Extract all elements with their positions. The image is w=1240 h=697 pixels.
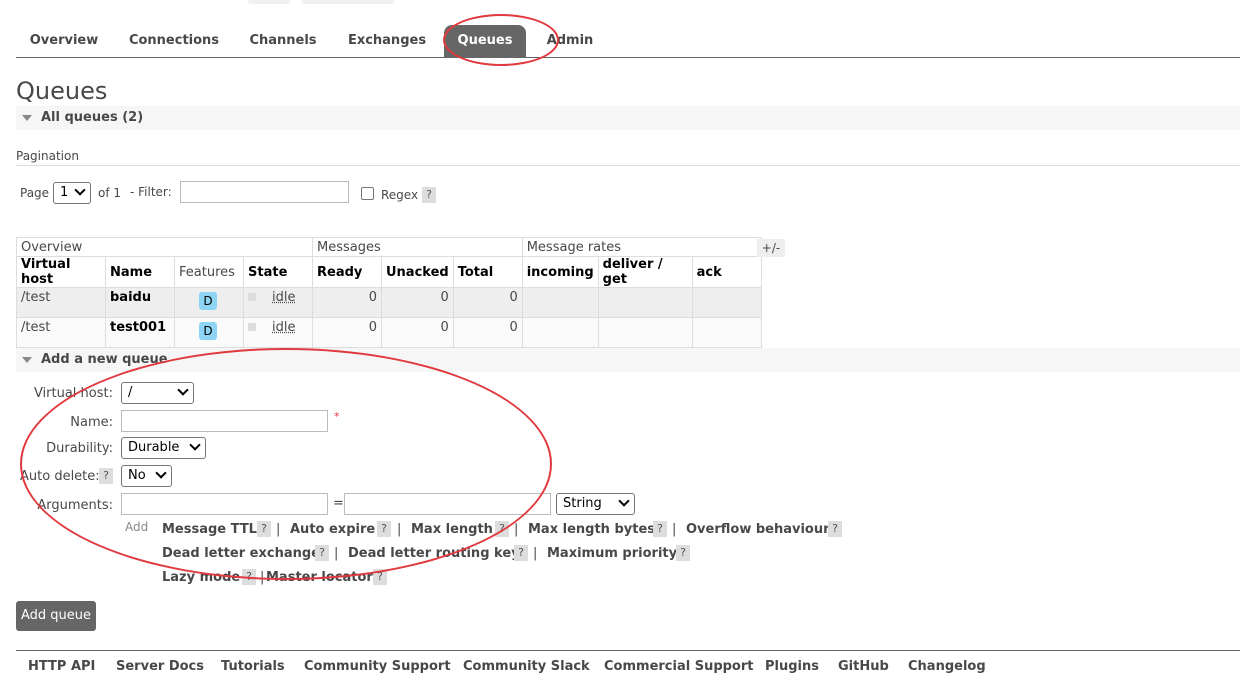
regex-label: Regex	[381, 188, 419, 202]
annotation-circle	[20, 348, 552, 580]
col-name[interactable]: Name	[105, 256, 175, 288]
group-message-rates: Message rates	[521, 237, 762, 257]
footer-link-tutorials[interactable]: Tutorials	[221, 659, 285, 674]
all-queues-section[interactable]: All queues (2)	[16, 106, 1240, 130]
help-icon[interactable]: ?	[653, 521, 667, 537]
queue-link-test001[interactable]: test001	[105, 317, 175, 348]
pagination-heading: Pagination	[16, 149, 79, 163]
cell-unacked: 0	[381, 287, 454, 318]
footer-link-plugins[interactable]: Plugins	[765, 659, 819, 674]
regex-checkbox[interactable]	[361, 187, 374, 200]
page-select-value: 1	[60, 185, 69, 200]
separator: |	[672, 522, 677, 537]
argument-type-value: String	[563, 496, 602, 511]
cell-incoming	[521, 317, 599, 348]
help-icon[interactable]: ?	[828, 521, 842, 537]
queues-table: Overview Messages Message rates Virtual …	[16, 237, 762, 348]
table-row: /test baidu D idle 0 0 0	[16, 287, 762, 318]
col-deliver-get[interactable]: deliver / get	[597, 256, 693, 288]
header-control-stub	[302, 0, 394, 4]
add-queue-button[interactable]: Add queue	[16, 601, 96, 631]
divider	[16, 165, 1240, 166]
separator: |	[514, 522, 519, 537]
cell-total: 0	[452, 287, 523, 318]
state-text: idle	[272, 320, 296, 335]
footer-link-community-slack[interactable]: Community Slack	[463, 659, 590, 674]
cell-vhost: /test	[16, 317, 106, 348]
col-ack[interactable]: ack	[691, 256, 762, 288]
cell-ack	[691, 317, 762, 348]
cell-incoming	[521, 287, 599, 318]
group-messages: Messages	[312, 237, 523, 257]
tab-exchanges[interactable]: Exchanges	[342, 25, 432, 57]
arg-link-overflow-behaviour[interactable]: Overflow behaviour	[686, 522, 830, 537]
page-title: Queues	[16, 77, 108, 105]
all-queues-label: All queues (2)	[41, 110, 144, 125]
page-select[interactable]: 1	[53, 182, 91, 204]
separator: |	[533, 546, 538, 561]
arg-link-maximum-priority[interactable]: Maximum priority	[547, 546, 677, 561]
of-pages-label: of 1	[98, 186, 122, 200]
regex-help-icon[interactable]: ?	[422, 187, 436, 203]
state-text: idle	[272, 290, 296, 305]
footer-link-commercial-support[interactable]: Commercial Support	[604, 659, 754, 674]
annotation-circle	[443, 14, 559, 66]
footer-link-github[interactable]: GitHub	[838, 659, 889, 674]
durable-badge: D	[199, 322, 217, 340]
col-state[interactable]: State	[243, 256, 313, 288]
footer: HTTP API Server Docs Tutorials Community…	[16, 650, 1240, 697]
collapse-triangle-icon	[22, 115, 32, 121]
cell-ack	[691, 287, 762, 318]
cell-total: 0	[452, 317, 523, 348]
queue-link-baidu[interactable]: baidu	[105, 287, 175, 318]
col-ready[interactable]: Ready	[312, 256, 382, 288]
argument-type-select[interactable]: String	[556, 493, 635, 515]
help-icon[interactable]: ?	[514, 545, 528, 561]
state-indicator-icon	[248, 293, 256, 301]
footer-link-server-docs[interactable]: Server Docs	[116, 659, 204, 674]
arg-link-max-length-bytes[interactable]: Max length bytes	[528, 522, 655, 537]
chevron-down-icon	[618, 495, 630, 507]
cell-ready: 0	[312, 317, 382, 348]
col-incoming[interactable]: incoming	[521, 256, 599, 288]
tab-connections[interactable]: Connections	[122, 25, 226, 57]
col-virtual-host[interactable]: Virtual host	[16, 256, 106, 288]
page-label: Page	[20, 186, 50, 200]
cell-deliver-get	[597, 287, 693, 318]
main-nav: Overview Connections Channels Exchanges …	[16, 25, 1240, 58]
group-overview: Overview	[16, 237, 313, 257]
header-control-stub	[248, 0, 290, 4]
table-row: /test test001 D idle 0 0 0	[16, 317, 762, 348]
state-indicator-icon	[248, 323, 256, 331]
collapse-triangle-icon	[22, 357, 32, 363]
filter-label: - Filter:	[130, 185, 172, 199]
tab-overview[interactable]: Overview	[16, 25, 112, 57]
cell-ready: 0	[312, 287, 382, 318]
col-total[interactable]: Total	[452, 256, 523, 288]
col-unacked[interactable]: Unacked	[381, 256, 454, 288]
durable-badge: D	[199, 292, 217, 310]
cell-unacked: 0	[381, 317, 454, 348]
footer-link-community-support[interactable]: Community Support	[304, 659, 451, 674]
tab-channels[interactable]: Channels	[240, 25, 326, 57]
footer-link-changelog[interactable]: Changelog	[908, 659, 986, 674]
cell-deliver-get	[597, 317, 693, 348]
cell-vhost: /test	[16, 287, 106, 318]
help-icon[interactable]: ?	[676, 545, 690, 561]
filter-input[interactable]	[180, 181, 349, 203]
toggle-columns-button[interactable]: +/-	[757, 239, 785, 257]
footer-link-http-api[interactable]: HTTP API	[28, 659, 95, 674]
col-features: Features	[174, 256, 244, 288]
chevron-down-icon	[74, 184, 86, 196]
